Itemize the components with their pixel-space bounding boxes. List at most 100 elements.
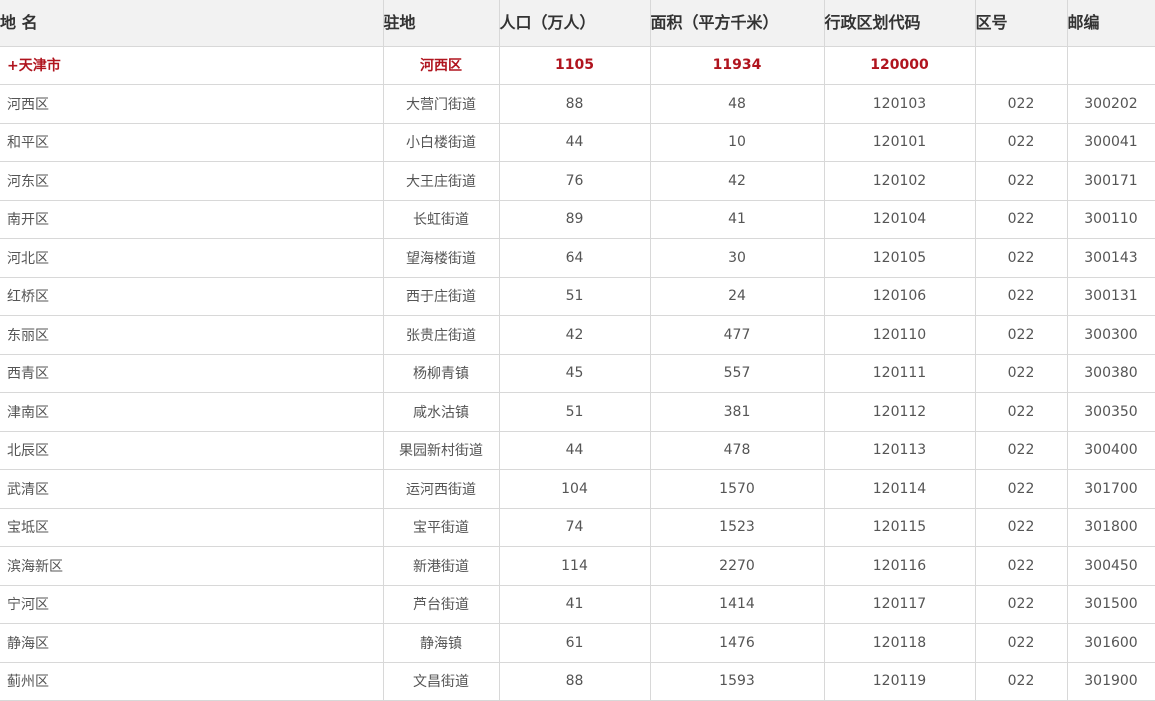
table-row: 静海区 静海镇 61 1476 120118 022 301600 [0, 623, 1155, 663]
cell-area: 1570 [650, 469, 825, 509]
cell-area: 10 [650, 123, 825, 162]
summary-area-code [975, 46, 1068, 85]
cell-name: 津南区 [0, 392, 384, 432]
cell-area: 1414 [650, 585, 825, 624]
cell-name: 和平区 [0, 123, 384, 162]
cell-population: 45 [499, 354, 651, 393]
cell-name: 北辰区 [0, 431, 384, 470]
cell-division-code: 120118 [824, 623, 976, 663]
col-header-postcode: 邮编 [1067, 0, 1155, 47]
cell-area-code: 022 [975, 277, 1068, 316]
cell-postcode: 300041 [1067, 123, 1155, 162]
cell-division-code: 120104 [824, 200, 976, 239]
table-row: 津南区 咸水沽镇 51 381 120112 022 300350 [0, 392, 1155, 432]
cell-population: 42 [499, 315, 651, 355]
cell-seat: 新港街道 [383, 546, 500, 586]
summary-row: +天津市 河西区 1105 11934 120000 [0, 46, 1155, 85]
cell-area: 41 [650, 200, 825, 239]
col-header-area-code: 区号 [975, 0, 1068, 47]
cell-area-code: 022 [975, 315, 1068, 355]
cell-postcode: 300171 [1067, 161, 1155, 201]
cell-population: 114 [499, 546, 651, 586]
cell-division-code: 120105 [824, 238, 976, 278]
cell-seat: 大营门街道 [383, 84, 500, 124]
summary-area: 11934 [650, 46, 825, 85]
cell-division-code: 120119 [824, 662, 976, 701]
cell-area-code: 022 [975, 469, 1068, 509]
table-row: 河西区 大营门街道 88 48 120103 022 300202 [0, 84, 1155, 124]
cell-division-code: 120113 [824, 431, 976, 470]
cell-population: 64 [499, 238, 651, 278]
cell-seat: 芦台街道 [383, 585, 500, 624]
cell-area: 478 [650, 431, 825, 470]
table-row: 北辰区 果园新村街道 44 478 120113 022 300400 [0, 431, 1155, 470]
cell-name: 南开区 [0, 200, 384, 239]
cell-area: 557 [650, 354, 825, 393]
cell-area-code: 022 [975, 431, 1068, 470]
cell-seat: 大王庄街道 [383, 161, 500, 201]
table-row: 河东区 大王庄街道 76 42 120102 022 300171 [0, 161, 1155, 201]
table-row: 宁河区 芦台街道 41 1414 120117 022 301500 [0, 585, 1155, 624]
cell-area: 381 [650, 392, 825, 432]
cell-population: 76 [499, 161, 651, 201]
cell-population: 74 [499, 508, 651, 547]
cell-area: 477 [650, 315, 825, 355]
cell-area-code: 022 [975, 662, 1068, 701]
cell-postcode: 301900 [1067, 662, 1155, 701]
cell-postcode: 300300 [1067, 315, 1155, 355]
cell-seat: 宝平街道 [383, 508, 500, 547]
cell-area: 1523 [650, 508, 825, 547]
cell-division-code: 120101 [824, 123, 976, 162]
cell-division-code: 120106 [824, 277, 976, 316]
cell-area: 24 [650, 277, 825, 316]
cell-seat: 张贵庄街道 [383, 315, 500, 355]
summary-population: 1105 [499, 46, 651, 85]
header-row: 地 名 驻地 人口（万人） 面积（平方千米） 行政区划代码 区号 邮编 [0, 0, 1155, 47]
cell-name: 蓟州区 [0, 662, 384, 701]
cell-seat: 小白楼街道 [383, 123, 500, 162]
cell-area-code: 022 [975, 585, 1068, 624]
table-header: 地 名 驻地 人口（万人） 面积（平方千米） 行政区划代码 区号 邮编 [0, 0, 1155, 47]
cell-area-code: 022 [975, 123, 1068, 162]
summary-seat: 河西区 [383, 46, 500, 85]
cell-postcode: 300202 [1067, 84, 1155, 124]
col-header-division-code: 行政区划代码 [824, 0, 976, 47]
cell-seat: 运河西街道 [383, 469, 500, 509]
cell-name: 武清区 [0, 469, 384, 509]
cell-name: 宝坻区 [0, 508, 384, 547]
cell-division-code: 120117 [824, 585, 976, 624]
table-row: 南开区 长虹街道 89 41 120104 022 300110 [0, 200, 1155, 239]
district-table: 地 名 驻地 人口（万人） 面积（平方千米） 行政区划代码 区号 邮编 +天津市… [0, 0, 1155, 701]
table-row: 武清区 运河西街道 104 1570 120114 022 301700 [0, 469, 1155, 509]
cell-population: 44 [499, 431, 651, 470]
table-row: 滨海新区 新港街道 114 2270 120116 022 300450 [0, 546, 1155, 586]
cell-population: 88 [499, 662, 651, 701]
cell-division-code: 120110 [824, 315, 976, 355]
cell-name: 河北区 [0, 238, 384, 278]
table-row: 蓟州区 文昌街道 88 1593 120119 022 301900 [0, 662, 1155, 701]
cell-area-code: 022 [975, 623, 1068, 663]
cell-division-code: 120112 [824, 392, 976, 432]
table-body: +天津市 河西区 1105 11934 120000 河西区 大营门街道 88 48 1… [0, 46, 1155, 701]
cell-population: 61 [499, 623, 651, 663]
summary-name-link[interactable]: +天津市 [0, 46, 384, 85]
cell-population: 104 [499, 469, 651, 509]
cell-population: 88 [499, 84, 651, 124]
cell-area: 1476 [650, 623, 825, 663]
cell-area-code: 022 [975, 508, 1068, 547]
cell-area: 48 [650, 84, 825, 124]
cell-seat: 望海楼街道 [383, 238, 500, 278]
cell-seat: 咸水沽镇 [383, 392, 500, 432]
cell-area-code: 022 [975, 392, 1068, 432]
cell-postcode: 301500 [1067, 585, 1155, 624]
cell-name: 西青区 [0, 354, 384, 393]
cell-postcode: 300110 [1067, 200, 1155, 239]
cell-area-code: 022 [975, 546, 1068, 586]
table-row: 红桥区 西于庄街道 51 24 120106 022 300131 [0, 277, 1155, 316]
cell-postcode: 300380 [1067, 354, 1155, 393]
table-row: 河北区 望海楼街道 64 30 120105 022 300143 [0, 238, 1155, 278]
cell-division-code: 120116 [824, 546, 976, 586]
cell-division-code: 120102 [824, 161, 976, 201]
cell-area-code: 022 [975, 354, 1068, 393]
cell-area: 1593 [650, 662, 825, 701]
